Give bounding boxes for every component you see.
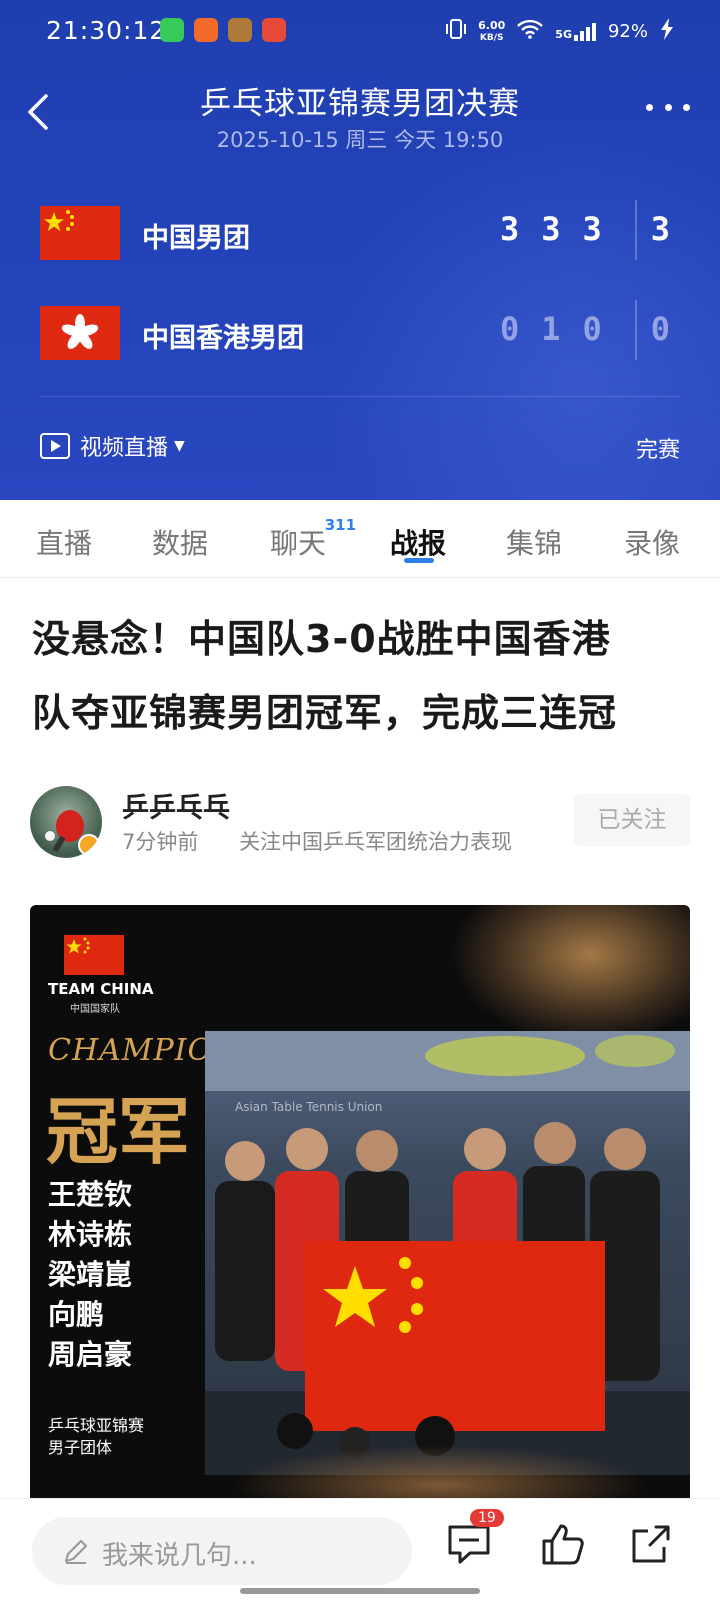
player-list: 王楚钦 林诗栋 梁靖崑 向鹏 周启豪 — [48, 1175, 132, 1375]
net-speed-unit: KB/S — [479, 32, 504, 43]
signal-type: 5G — [555, 27, 572, 41]
article-photo[interactable]: TEAM CHINA 中国国家队 CHAMPION 冠军 王楚钦 林诗栋 梁靖崑… — [30, 905, 690, 1505]
headline-line: 没悬念！中国队3-0战胜中国香港 — [32, 617, 611, 661]
share-icon — [632, 1525, 670, 1563]
game-scores: 0 1 0 — [500, 310, 602, 348]
gold-dust-decoration — [230, 1445, 650, 1505]
team-row-china: 中国男团 3 3 3 3 — [40, 200, 680, 260]
game-score: 0 — [582, 310, 602, 348]
china-flag-icon — [40, 206, 120, 260]
score-divider — [635, 300, 637, 360]
status-right: 6.00 KB/S 5G 92% — [446, 18, 674, 45]
china-flag-icon — [64, 935, 124, 975]
net-speed-value: 6.00 — [478, 18, 506, 32]
tab-chat[interactable]: 聊天 311 — [270, 516, 356, 562]
game-score: 3 — [582, 210, 602, 248]
team-name: 中国香港男团 — [142, 323, 304, 354]
team-name: 中国男团 — [142, 223, 250, 254]
event-line: 男子团体 — [48, 1438, 113, 1457]
comment-icon — [448, 1525, 490, 1564]
signal-icon: 5G — [555, 22, 596, 41]
verified-badge-icon — [78, 834, 100, 856]
status-bar: 21:30:12 6.00 KB/S 5G 92% — [0, 0, 720, 64]
charging-icon — [660, 18, 674, 45]
game-notification-icon — [228, 18, 252, 42]
pencil-icon — [62, 1537, 90, 1569]
author-meta: 7分钟前 关注中国乒乓军团统治力表现 — [122, 826, 512, 856]
event-line: 乒乓球亚锦赛 — [48, 1416, 145, 1435]
bottom-action-bar: 我来说几句... 19 — [0, 1498, 720, 1600]
home-indicator[interactable] — [240, 1588, 480, 1594]
comment-input[interactable]: 我来说几句... — [32, 1517, 412, 1585]
publish-time: 7分钟前 — [122, 830, 199, 854]
event-label: 乒乓球亚锦赛 男子团体 — [48, 1415, 144, 1459]
more-options-button[interactable] — [646, 104, 690, 116]
article-headline: 没悬念！中国队3-0战胜中国香港 队夺亚锦赛男团冠军，完成三连冠 — [32, 602, 692, 750]
player-name: 向鹏 — [48, 1298, 105, 1331]
comment-placeholder: 我来说几句... — [102, 1541, 257, 1571]
follow-button[interactable]: 已关注 — [574, 794, 690, 846]
total-score: 3 — [650, 210, 670, 248]
team-china-sub: 中国国家队 — [70, 1004, 120, 1015]
player-name: 林诗栋 — [48, 1218, 133, 1251]
wifi-icon — [517, 19, 544, 44]
thumbs-up-icon — [542, 1524, 584, 1565]
match-datetime: 2025-10-15 周三 今天 19:50 — [216, 128, 504, 152]
tab-live[interactable]: 直播 — [36, 522, 92, 562]
headline-line: 队夺亚锦赛男团冠军，完成三连冠 — [32, 691, 618, 735]
total-score: 0 — [650, 310, 670, 348]
game-score: 3 — [500, 210, 520, 248]
chat-count-badge: 311 — [324, 516, 357, 534]
game-score: 1 — [541, 310, 561, 348]
tab-highlights[interactable]: 集锦 — [506, 522, 562, 562]
like-button[interactable] — [540, 1521, 590, 1571]
header-divider — [40, 396, 680, 397]
player-name: 周启豪 — [48, 1338, 133, 1371]
net-speed: 6.00 KB/S — [478, 20, 505, 44]
held-china-flag — [305, 1241, 605, 1431]
active-tab-indicator — [404, 558, 434, 563]
play-icon — [40, 433, 70, 459]
app-notification-icon — [194, 18, 218, 42]
author-description: 关注中国乒乓军团统治力表现 — [239, 830, 513, 854]
gold-dust-decoration — [450, 905, 690, 1045]
status-time: 21:30:12 — [46, 16, 167, 45]
match-status: 完赛 — [635, 438, 680, 463]
tab-chat-label: 聊天 — [270, 527, 327, 560]
team-celebration-photo: Asian Table Tennis Union — [205, 1031, 690, 1475]
team-row-hong-kong: 中国香港男团 0 1 0 0 — [40, 300, 680, 360]
player-name: 王楚钦 — [48, 1178, 133, 1211]
game-score: 0 — [500, 310, 520, 348]
author-name[interactable]: 乒乒乓乓 — [122, 786, 230, 825]
share-button[interactable] — [628, 1521, 678, 1571]
notification-app-icons — [160, 18, 286, 42]
champion-chinese: 冠军 — [46, 1090, 191, 1174]
match-header: 21:30:12 6.00 KB/S 5G 92% 乒乓球亚锦赛男团决赛 202… — [0, 0, 720, 500]
match-title: 乒乓球亚锦赛男团决赛 — [200, 86, 520, 122]
tab-data[interactable]: 数据 — [152, 522, 208, 562]
banner-text: Asian Table Tennis Union — [235, 1100, 382, 1114]
hong-kong-flag-icon — [40, 306, 120, 360]
tab-replay[interactable]: 录像 — [624, 522, 680, 562]
comment-count-badge: 19 — [470, 1509, 504, 1527]
vibrate-icon — [446, 18, 467, 45]
app-notification-icon — [160, 18, 184, 42]
video-live-dropdown[interactable]: 视频直播 ▼ — [40, 430, 185, 462]
score-divider — [635, 200, 637, 260]
battery-level: 92% — [607, 21, 648, 42]
video-notification-icon — [262, 18, 286, 42]
player-name: 梁靖崑 — [48, 1258, 133, 1291]
caret-down-icon: ▼ — [174, 438, 185, 454]
game-scores: 3 3 3 — [500, 210, 602, 248]
game-score: 3 — [541, 210, 561, 248]
tab-report[interactable]: 战报 — [390, 522, 446, 562]
team-china-label: TEAM CHINA — [48, 980, 154, 998]
comments-button[interactable]: 19 — [446, 1509, 504, 1571]
video-live-label: 视频直播 — [80, 436, 169, 461]
tab-bar: 直播 数据 聊天 311 战报 集锦 录像 — [0, 500, 720, 578]
author-avatar[interactable] — [30, 786, 102, 858]
